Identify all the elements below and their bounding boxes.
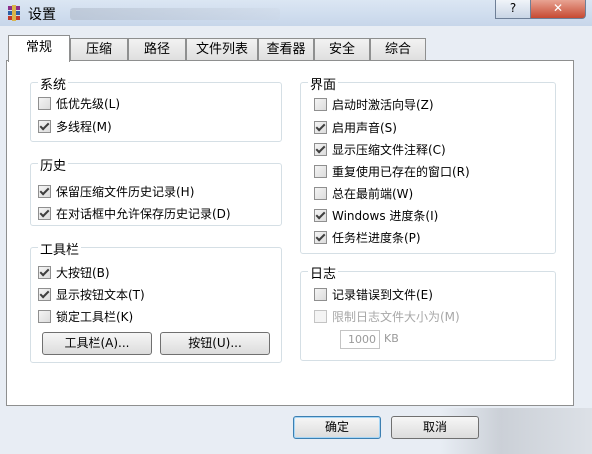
tab-compression[interactable]: 压缩 (70, 38, 128, 60)
group-title-history: 历史 (38, 155, 69, 174)
tab-general[interactable]: 常规 (8, 35, 70, 62)
archive-comment-checkbox[interactable]: 显示压缩文件注释(C) (314, 140, 446, 158)
checkbox-windows-progress[interactable] (314, 208, 327, 222)
log-errors-checkbox[interactable]: 记录错误到文件(E) (314, 285, 433, 303)
log-size-input[interactable]: 1000 (340, 330, 380, 349)
show-button-text-checkbox[interactable]: 显示按钮文本(T) (38, 285, 145, 303)
always-on-top-checkbox[interactable]: 总在最前端(W) (314, 184, 413, 202)
reuse-window-checkbox[interactable]: 重复使用已存在的窗口(R) (314, 162, 470, 180)
checkbox-large-buttons[interactable] (38, 265, 51, 279)
checkbox-always-on-top[interactable] (314, 186, 327, 200)
toolbar-button[interactable]: 工具栏(A)... (42, 332, 152, 355)
low-priority-checkbox[interactable]: 低优先级(L) (38, 94, 120, 112)
buttons-button[interactable]: 按钮(U)... (160, 332, 270, 355)
help-button[interactable]: ? (495, 0, 531, 19)
checkbox-button-text[interactable] (38, 287, 51, 301)
wizard-checkbox[interactable]: 启动时激活向导(Z) (314, 95, 434, 113)
checkbox-keep-history[interactable] (38, 184, 51, 198)
checkbox-taskbar-progress[interactable] (314, 230, 327, 244)
checkbox-sound[interactable] (314, 120, 327, 134)
ok-button[interactable]: 确定 (293, 416, 381, 439)
checkbox-low-priority[interactable] (38, 96, 51, 110)
close-button[interactable]: ✕ (530, 0, 586, 19)
keep-archive-history-checkbox[interactable]: 保留压缩文件历史记录(H) (38, 182, 194, 200)
tab-misc[interactable]: 综合 (370, 38, 426, 60)
checkbox-lock-toolbar[interactable] (38, 309, 51, 323)
checkbox-reuse-window[interactable] (314, 164, 327, 178)
limit-log-size-checkbox[interactable]: 限制日志文件大小为(M) (314, 307, 460, 325)
large-buttons-checkbox[interactable]: 大按钮(B) (38, 263, 110, 281)
title-bar: 设置 ? ✕ (0, 0, 592, 26)
group-title-toolbar: 工具栏 (38, 239, 82, 258)
checkbox-multithread[interactable] (38, 119, 51, 133)
taskbar-progress-checkbox[interactable]: 任务栏进度条(P) (314, 228, 421, 246)
tab-security[interactable]: 安全 (314, 38, 370, 60)
blurred-region (70, 8, 280, 20)
lock-toolbar-checkbox[interactable]: 锁定工具栏(K) (38, 307, 133, 325)
checkbox-wizard[interactable] (314, 97, 327, 111)
windows-progress-checkbox[interactable]: Windows 进度条(I) (314, 206, 438, 224)
checkbox-comment[interactable] (314, 142, 327, 156)
dialog-history-checkbox[interactable]: 在对话框中允许保存历史记录(D) (38, 204, 231, 222)
checkbox-dialog-history[interactable] (38, 206, 51, 220)
multithread-checkbox[interactable]: 多线程(M) (38, 117, 112, 135)
log-size-unit: KB (384, 332, 399, 345)
group-title-interface: 界面 (308, 74, 339, 93)
tab-viewer[interactable]: 查看器 (258, 38, 314, 60)
checkbox-log-errors[interactable] (314, 287, 327, 301)
winrar-icon (8, 5, 20, 21)
tab-file-list[interactable]: 文件列表 (186, 38, 258, 60)
cancel-button[interactable]: 取消 (391, 416, 479, 439)
group-title-system: 系统 (38, 74, 69, 93)
group-title-log: 日志 (308, 263, 339, 282)
tab-paths[interactable]: 路径 (128, 38, 186, 60)
window-title: 设置 (28, 7, 56, 23)
sound-checkbox[interactable]: 启用声音(S) (314, 118, 397, 136)
checkbox-limit-log[interactable] (314, 309, 327, 323)
